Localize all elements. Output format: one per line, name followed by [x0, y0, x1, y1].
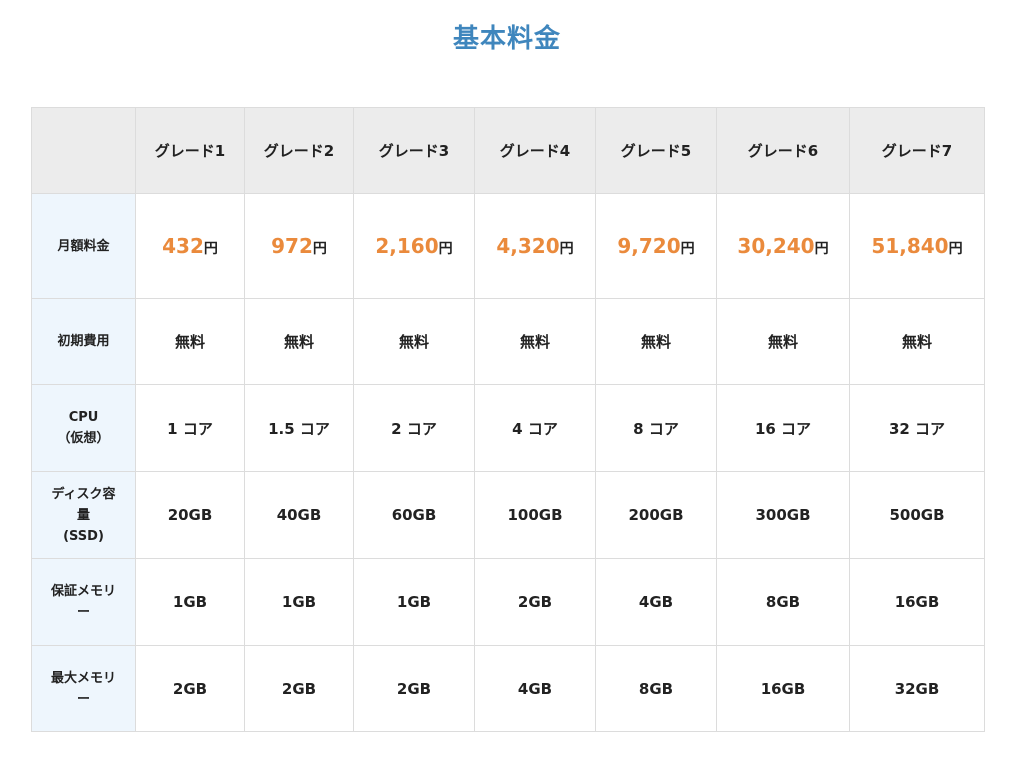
initial-fee-cell-3: 無料 — [353, 298, 475, 385]
row-label-guaranteed-memory: 保証メモリ ー — [31, 558, 136, 646]
guaranteed-memory-cell-5: 4GB — [595, 558, 717, 646]
price-unit: 円 — [948, 241, 963, 257]
max-memory-row: 最大メモリ ー 2GB 2GB 2GB 4GB 8GB 16GB 32GB — [31, 645, 985, 732]
row-label-cpu-line1: CPU — [68, 410, 99, 425]
price-unit: 円 — [312, 241, 327, 257]
guaranteed-memory-cell-2: 1GB — [244, 558, 354, 646]
cpu-cell-1: 1 コア — [135, 384, 245, 472]
guaranteed-memory-cell-6: 8GB — [716, 558, 850, 646]
initial-fee-cell-6: 無料 — [716, 298, 850, 385]
cpu-cell-5: 8 コア — [595, 384, 717, 472]
initial-fee-cell-2: 無料 — [244, 298, 354, 385]
monthly-fee-row: 月額料金 432円 972円 2,160円 4,320円 9,720円 30,2… — [31, 193, 985, 299]
row-label-initial-fee: 初期費用 — [31, 298, 136, 385]
price-unit: 円 — [559, 241, 574, 257]
guaranteed-memory-cell-3: 1GB — [353, 558, 475, 646]
price-value: 51,840 — [871, 234, 949, 258]
row-label-monthly-fee: 月額料金 — [31, 193, 136, 299]
max-memory-cell-4: 4GB — [474, 645, 596, 732]
row-label-disk-line2: 量 — [76, 507, 90, 523]
cpu-cell-4: 4 コア — [474, 384, 596, 472]
disk-cell-1: 20GB — [135, 471, 245, 559]
row-label-guaranteed-memory-line1: 保証メモリ — [50, 584, 116, 599]
price-unit: 円 — [203, 241, 218, 257]
grade-header-5: グレード5 — [595, 107, 717, 194]
price-cell-7: 51,840円 — [849, 193, 985, 299]
price-cell-3: 2,160円 — [353, 193, 475, 299]
max-memory-cell-5: 8GB — [595, 645, 717, 732]
max-memory-cell-1: 2GB — [135, 645, 245, 732]
row-label-max-memory-line2: ー — [76, 691, 90, 707]
disk-cell-5: 200GB — [595, 471, 717, 559]
row-label-max-memory: 最大メモリ ー — [31, 645, 136, 732]
grade-header-row: グレード1 グレード2 グレード3 グレード4 グレード5 グレード6 グレード… — [31, 107, 985, 194]
max-memory-cell-7: 32GB — [849, 645, 985, 732]
disk-cell-4: 100GB — [474, 471, 596, 559]
cpu-cell-2: 1.5 コア — [244, 384, 354, 472]
pricing-table: グレード1 グレード2 グレード3 グレード4 グレード5 グレード6 グレード… — [31, 107, 985, 732]
price-value: 30,240 — [737, 234, 815, 258]
disk-row: ディスク容 量 (SSD) 20GB 40GB 60GB 100GB 200GB… — [31, 471, 985, 559]
disk-cell-7: 500GB — [849, 471, 985, 559]
disk-cell-2: 40GB — [244, 471, 354, 559]
price-cell-6: 30,240円 — [716, 193, 850, 299]
initial-fee-row: 初期費用 無料 無料 無料 無料 無料 無料 無料 — [31, 298, 985, 385]
price-cell-2: 972円 — [244, 193, 354, 299]
row-label-guaranteed-memory-line2: ー — [76, 605, 90, 620]
guaranteed-memory-cell-4: 2GB — [474, 558, 596, 646]
row-label-disk: ディスク容 量 (SSD) — [31, 471, 136, 559]
guaranteed-memory-cell-1: 1GB — [135, 558, 245, 646]
row-label-disk-line3: (SSD) — [63, 528, 104, 544]
price-value: 432 — [162, 234, 204, 258]
grade-header-7: グレード7 — [849, 107, 985, 194]
price-value: 972 — [271, 234, 313, 258]
cpu-cell-3: 2 コア — [353, 384, 475, 472]
disk-cell-6: 300GB — [716, 471, 850, 559]
cpu-cell-7: 32 コア — [849, 384, 985, 472]
price-cell-5: 9,720円 — [595, 193, 717, 299]
grade-header-3: グレード3 — [353, 107, 475, 194]
initial-fee-cell-4: 無料 — [474, 298, 596, 385]
grade-header-2: グレード2 — [244, 107, 354, 194]
grade-header-6: グレード6 — [716, 107, 850, 194]
disk-cell-3: 60GB — [353, 471, 475, 559]
row-label-cpu-line2: （仮想） — [57, 431, 110, 446]
grade-header-4: グレード4 — [474, 107, 596, 194]
guaranteed-memory-cell-7: 16GB — [849, 558, 985, 646]
price-value: 2,160 — [375, 234, 439, 258]
price-cell-1: 432円 — [135, 193, 245, 299]
price-unit: 円 — [438, 241, 453, 257]
max-memory-cell-2: 2GB — [244, 645, 354, 732]
row-label-max-memory-line1: 最大メモリ — [50, 670, 116, 686]
price-value: 4,320 — [496, 234, 560, 258]
table-corner-cell — [31, 107, 136, 194]
price-unit: 円 — [814, 241, 829, 257]
initial-fee-cell-1: 無料 — [135, 298, 245, 385]
grade-header-1: グレード1 — [135, 107, 245, 194]
guaranteed-memory-row: 保証メモリ ー 1GB 1GB 1GB 2GB 4GB 8GB 16GB — [31, 558, 985, 646]
price-value: 9,720 — [617, 234, 681, 258]
cpu-row: CPU （仮想） 1 コア 1.5 コア 2 コア 4 コア 8 コア 16 コ… — [31, 384, 985, 472]
row-label-cpu: CPU （仮想） — [31, 384, 136, 472]
cpu-cell-6: 16 コア — [716, 384, 850, 472]
price-cell-4: 4,320円 — [474, 193, 596, 299]
max-memory-cell-6: 16GB — [716, 645, 850, 732]
page-title: 基本料金 — [452, 24, 561, 54]
row-label-disk-line1: ディスク容 — [51, 486, 116, 502]
initial-fee-cell-7: 無料 — [849, 298, 985, 385]
max-memory-cell-3: 2GB — [353, 645, 475, 732]
initial-fee-cell-5: 無料 — [595, 298, 717, 385]
price-unit: 円 — [680, 241, 695, 257]
